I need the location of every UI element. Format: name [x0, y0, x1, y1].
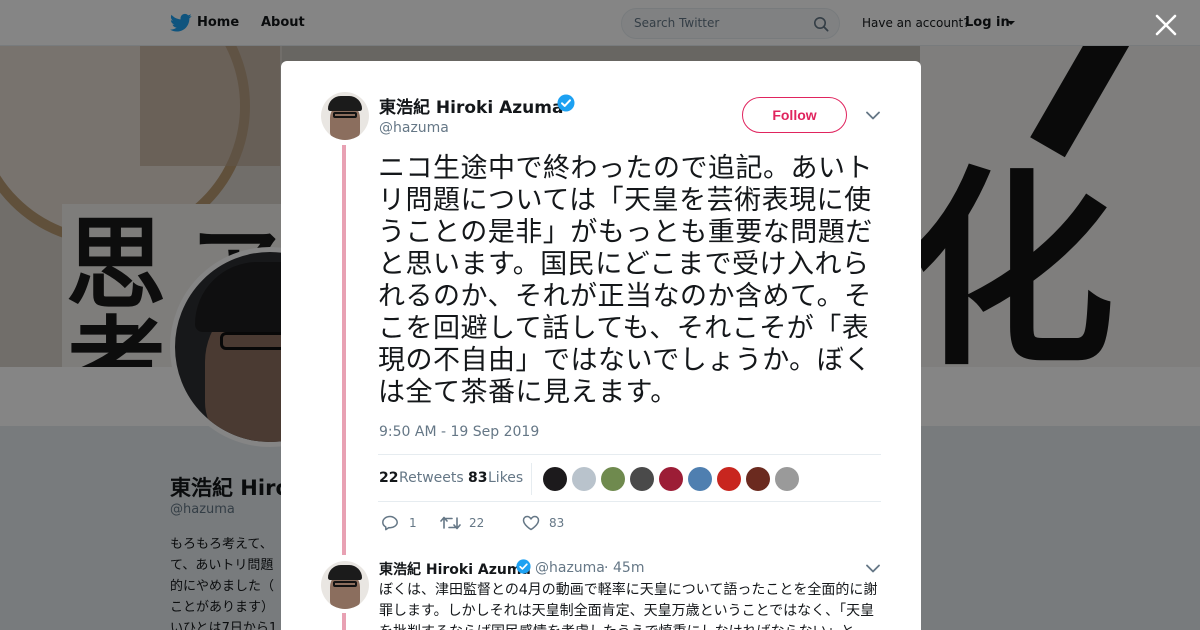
- tweet-author-avatar[interactable]: [321, 92, 369, 140]
- tweet-text: ニコ生途中で終わったので追記。あいトリ問題については「天皇を芸術表現に使うことの…: [378, 153, 873, 408]
- retweets-count[interactable]: 22: [379, 470, 398, 486]
- reply-author-handle[interactable]: @hazuma: [535, 560, 605, 576]
- likes-label[interactable]: Likes: [488, 470, 523, 486]
- chevron-down-icon[interactable]: [866, 564, 880, 573]
- thread-connector: [342, 145, 346, 555]
- tweet-author-name[interactable]: 東浩紀 Hiroki Azuma: [379, 93, 563, 118]
- avatar-glasses: [333, 581, 357, 587]
- retweet-count: 22: [469, 516, 485, 530]
- liker-avatar[interactable]: [601, 467, 625, 491]
- chevron-down-icon[interactable]: [866, 111, 880, 120]
- liker-avatar[interactable]: [717, 467, 741, 491]
- reply-author-avatar[interactable]: [321, 561, 369, 609]
- verified-badge-icon: [516, 559, 531, 574]
- tweet-modal: 東浩紀 Hiroki Azuma @hazuma Follow ニコ生途中で終わ…: [281, 61, 921, 630]
- reply-author-name[interactable]: 東浩紀 Hiroki Azuma: [379, 559, 531, 579]
- tweet-timestamp[interactable]: 9:50 AM - 19 Sep 2019: [379, 424, 539, 440]
- reply-count: 1: [409, 516, 417, 530]
- tweet-stats: 22 Retweets 83 Likes: [378, 454, 881, 502]
- liker-avatar[interactable]: [775, 467, 799, 491]
- liker-avatar[interactable]: [572, 467, 596, 491]
- verified-badge-icon: [557, 94, 575, 112]
- reply-time[interactable]: 45m: [613, 560, 644, 576]
- avatar-hair: [328, 565, 362, 580]
- follow-button[interactable]: Follow: [742, 97, 847, 133]
- liker-avatar[interactable]: [543, 467, 567, 491]
- like-count: 83: [549, 516, 565, 530]
- reply-text: ぼくは、津田監督との4月の動画で軽率に天皇について語ったことを全面的に謝罪します…: [379, 582, 878, 630]
- close-icon[interactable]: [1153, 12, 1179, 38]
- thread-connector: [342, 613, 346, 630]
- avatar-glasses: [333, 112, 357, 118]
- stats-divider: [531, 463, 532, 495]
- retweet-icon: [440, 516, 461, 530]
- liker-avatar[interactable]: [746, 467, 770, 491]
- heart-icon: [522, 515, 540, 531]
- liker-avatar[interactable]: [630, 467, 654, 491]
- tweet-author-handle[interactable]: @hazuma: [379, 120, 449, 136]
- tweet-actions: 1 22 83: [381, 513, 621, 535]
- likes-count[interactable]: 83: [468, 470, 487, 486]
- avatar-hair: [328, 96, 362, 111]
- liker-avatar[interactable]: [688, 467, 712, 491]
- retweets-label[interactable]: Retweets: [399, 470, 464, 486]
- liker-avatar[interactable]: [659, 467, 683, 491]
- reply-icon: [382, 515, 398, 531]
- separator-dot: ·: [604, 560, 609, 576]
